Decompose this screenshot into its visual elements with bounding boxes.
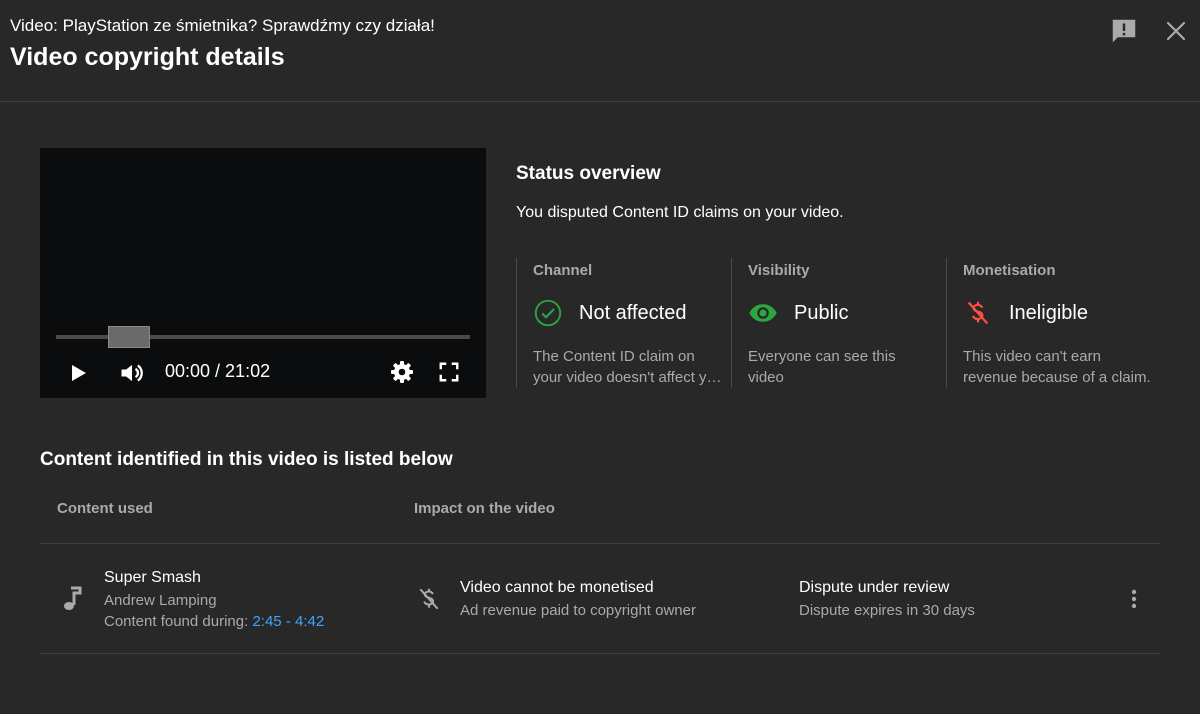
settings-icon [391,361,413,383]
more-options-button[interactable] [1119,584,1149,614]
status-channel-desc-line1: The Content ID claim on [533,348,695,365]
music-note-icon [58,584,88,614]
status-monetisation-desc-line1: This video can't earn [963,348,1101,365]
no-money-icon [414,584,444,614]
close-icon [1166,21,1186,41]
close-button[interactable] [1159,14,1193,48]
content-found-during: Content found during: 2:45 - 4:42 [104,613,324,630]
status-monetisation-label: Monetisation [963,262,1056,279]
status-monetisation-desc: This video can't earn revenue because of… [963,346,1153,388]
play-button[interactable] [64,359,92,387]
dialog-header: Video: PlayStation ze śmietnika? Sprawdź… [0,0,1200,102]
column-header-content-used: Content used [57,500,153,517]
status-channel-desc: The Content ID claim on your video doesn… [533,346,723,388]
dialog-title: Video copyright details [10,43,285,71]
status-visibility: Visibility Public Everyone can see this … [731,258,946,388]
feedback-icon [1112,19,1136,43]
table-divider [40,653,1160,654]
content-section-title: Content identified in this video is list… [40,449,453,470]
volume-icon [121,364,143,382]
content-found-timestamp-link[interactable]: 2:45 - 4:42 [252,613,324,630]
content-title: Super Smash [104,569,201,586]
feedback-button[interactable] [1107,14,1141,48]
impact-title: Video cannot be monetised [460,579,654,596]
status-text: You disputed Content ID claims on your v… [516,204,844,221]
video-title: Video: PlayStation ze śmietnika? Sprawdź… [10,16,435,35]
eye-icon [748,298,778,328]
time-display: 00:00 / 21:02 [165,361,271,381]
progress-thumb[interactable] [108,326,150,348]
content-artist: Andrew Lamping [104,592,217,609]
status-monetisation-value: Ineligible [1009,302,1088,324]
volume-button[interactable] [116,357,148,389]
impact-subtitle: Ad revenue paid to copyright owner [460,602,696,619]
status-channel-desc-line2: your video doesn't affect your channel. [533,369,723,386]
dispute-status: Dispute under review [799,579,950,596]
table-divider [40,543,1160,544]
status-channel-value: Not affected [579,302,687,324]
fullscreen-icon [439,362,459,382]
column-header-impact: Impact on the video [414,500,555,517]
content-found-label: Content found during: [104,613,249,630]
play-icon [72,365,86,381]
fullscreen-button[interactable] [434,357,464,387]
video-player[interactable]: 00:00 / 21:02 [40,148,486,398]
status-channel-label: Channel [533,262,593,279]
status-channel: Channel Not affected The Content ID clai… [516,258,731,388]
status-monetisation-desc-line2: revenue because of a claim. [963,369,1151,386]
status-visibility-desc: Everyone can see this video [748,346,938,388]
status-monetisation: Monetisation Ineligible This video can't… [946,258,1151,388]
check-circle-icon [533,298,563,328]
no-money-icon [963,298,993,328]
dispute-expiry: Dispute expires in 30 days [799,602,975,619]
status-visibility-value: Public [794,302,849,324]
status-visibility-desc-line1: Everyone can see this [748,348,896,365]
settings-button[interactable] [387,357,417,387]
status-heading: Status overview [516,163,661,184]
status-visibility-desc-line2: video [748,369,784,386]
more-vert-icon [1131,589,1137,609]
status-visibility-label: Visibility [748,262,810,279]
